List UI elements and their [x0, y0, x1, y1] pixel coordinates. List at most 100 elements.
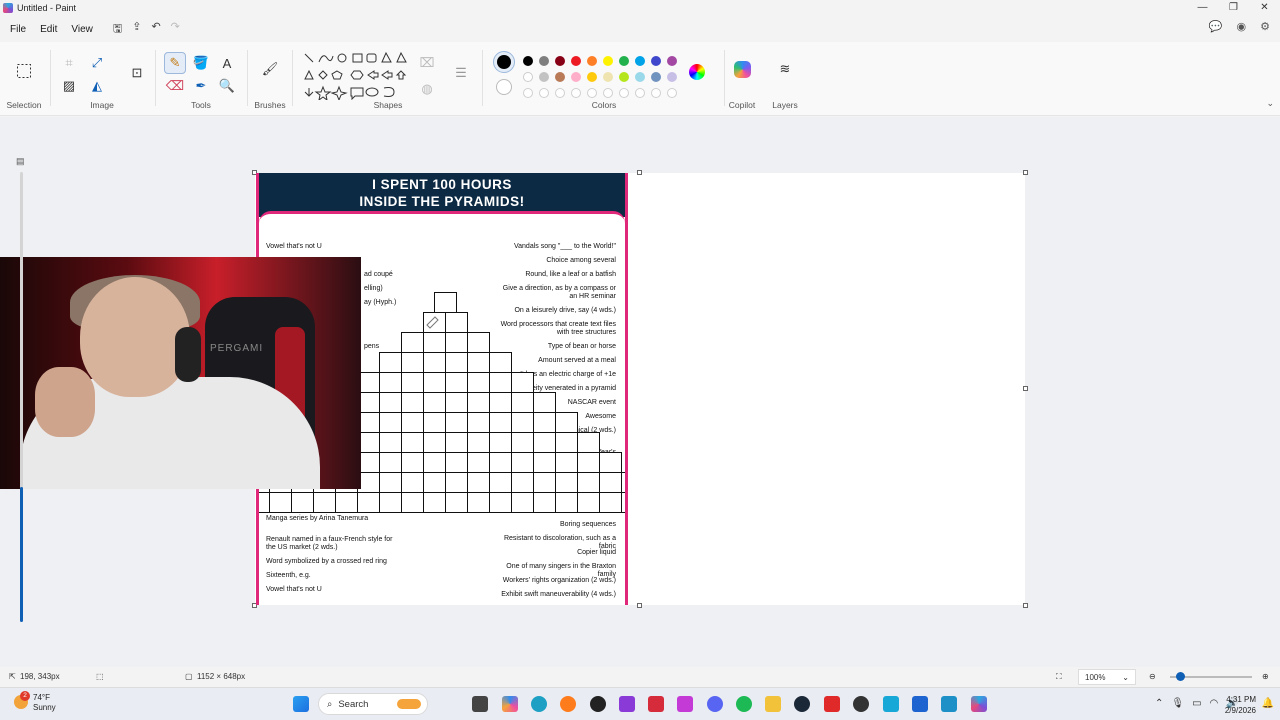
primary-color-button[interactable] — [493, 51, 515, 73]
music-icon[interactable] — [677, 696, 693, 712]
color-swatch[interactable] — [635, 56, 645, 66]
color-swatch[interactable] — [603, 72, 613, 82]
display-icon[interactable]: ▭ — [1192, 698, 1201, 709]
copilot-taskbar-icon[interactable] — [502, 696, 518, 712]
secondary-color-button[interactable] — [496, 79, 512, 95]
copilot-icon[interactable] — [734, 61, 751, 78]
steam-icon[interactable] — [794, 696, 810, 712]
custom-color-slot[interactable] — [571, 88, 581, 98]
zoom-out-icon[interactable]: ⊖ — [1149, 672, 1156, 681]
minimize-button[interactable]: — — [1187, 0, 1218, 15]
undo-icon[interactable]: ↶ — [151, 20, 160, 39]
app-icon-blue[interactable] — [941, 696, 957, 712]
text-icon[interactable]: A — [216, 52, 238, 74]
brush-size-slider[interactable] — [20, 172, 23, 622]
wifi-icon[interactable]: ◠ — [1210, 698, 1219, 709]
color-swatch[interactable] — [667, 56, 677, 66]
menu-file[interactable]: File — [4, 21, 32, 38]
color-swatch[interactable] — [635, 72, 645, 82]
custom-color-slot[interactable] — [635, 88, 645, 98]
fit-to-window-icon[interactable]: ⛶ — [1056, 672, 1062, 682]
fill-icon[interactable]: 🪣 — [190, 52, 212, 74]
canvas-area[interactable]: I SPENT 100 HOURS INSIDE THE PYRAMIDS! V… — [0, 117, 1280, 667]
color-swatch[interactable] — [587, 72, 597, 82]
zoom-in-icon[interactable]: ⊕ — [1262, 672, 1269, 681]
clock[interactable]: 4:31 PM 2/9/2026 — [1225, 694, 1256, 716]
app-icon-dark[interactable] — [853, 696, 869, 712]
close-button[interactable]: ✕ — [1249, 0, 1280, 15]
feedback-icon[interactable]: 💬 — [1209, 20, 1223, 33]
menu-view[interactable]: View — [65, 21, 99, 38]
custom-color-slot[interactable] — [603, 88, 613, 98]
zoom-slider[interactable] — [1170, 672, 1252, 681]
custom-color-slot[interactable] — [523, 88, 533, 98]
color-swatch[interactable] — [667, 72, 677, 82]
notifications-icon[interactable]: 🔔 — [1262, 698, 1274, 709]
resize-handle[interactable] — [1023, 170, 1028, 175]
account-icon[interactable]: ◉ — [1237, 20, 1247, 33]
resize-handle[interactable] — [637, 170, 642, 175]
color-swatch[interactable] — [651, 72, 661, 82]
crop-icon[interactable]: ⌗ — [58, 52, 80, 74]
shape-size-icon[interactable]: ☰ — [450, 62, 472, 84]
custom-color-slot[interactable] — [539, 88, 549, 98]
resize-icon[interactable]: ⤢ — [86, 52, 108, 74]
app-icon-purple[interactable] — [619, 696, 635, 712]
color-swatch[interactable] — [619, 72, 629, 82]
color-swatch[interactable] — [603, 56, 613, 66]
weather-widget[interactable]: 2 74°F Sunny — [14, 691, 56, 713]
discord-icon[interactable] — [707, 696, 723, 712]
edge-icon[interactable] — [531, 696, 547, 712]
image-select-icon[interactable]: ⊡ — [126, 62, 148, 84]
shape-fill-icon[interactable]: ◍ — [416, 78, 438, 100]
search-box[interactable]: ⌕ Search — [318, 693, 428, 715]
ribbon-collapse-icon[interactable]: ⌄ — [1266, 98, 1274, 109]
color-swatch[interactable] — [555, 72, 565, 82]
pencil-icon[interactable]: ✎ — [164, 52, 186, 74]
magnifier-icon[interactable]: 🔍 — [216, 75, 238, 97]
custom-color-slot[interactable] — [587, 88, 597, 98]
edit-colors-icon[interactable] — [689, 64, 705, 80]
resize-handle[interactable] — [1023, 603, 1028, 608]
custom-color-slot[interactable] — [667, 88, 677, 98]
custom-color-slot[interactable] — [651, 88, 661, 98]
app-icon-red2[interactable] — [824, 696, 840, 712]
color-swatch[interactable] — [571, 56, 581, 66]
color-swatch[interactable] — [539, 72, 549, 82]
menu-edit[interactable]: Edit — [34, 21, 63, 38]
color-swatch[interactable] — [539, 56, 549, 66]
spotify-icon[interactable] — [736, 696, 752, 712]
share-icon[interactable]: ⇪ — [132, 20, 141, 39]
start-icon[interactable] — [293, 696, 309, 712]
file-explorer-icon[interactable] — [765, 696, 781, 712]
app-icon-cyan[interactable] — [883, 696, 899, 712]
outline-icon[interactable]: ⌧ — [416, 52, 438, 74]
resize-handle[interactable] — [637, 603, 642, 608]
app-icon-red[interactable] — [648, 696, 664, 712]
color-swatch[interactable] — [587, 56, 597, 66]
settings-icon[interactable]: ⚙ — [1260, 20, 1270, 33]
layers-icon[interactable]: ≋ — [774, 58, 796, 80]
obs-icon[interactable] — [590, 696, 606, 712]
resize-handle[interactable] — [1023, 386, 1028, 391]
color-swatch[interactable] — [619, 56, 629, 66]
restore-button[interactable]: ❐ — [1218, 0, 1249, 15]
save-icon[interactable]: 🖫 — [113, 20, 122, 39]
firefox-icon[interactable] — [560, 696, 576, 712]
redo-icon[interactable]: ↷ — [171, 20, 180, 39]
color-picker-icon[interactable]: ✒ — [190, 75, 212, 97]
color-swatch[interactable] — [523, 72, 533, 82]
fx-icon[interactable] — [912, 696, 928, 712]
eraser-icon[interactable]: ⌫ — [164, 75, 186, 97]
custom-color-slot[interactable] — [555, 88, 565, 98]
microphone-icon[interactable]: 🎙 — [1171, 698, 1184, 709]
paint-taskbar-icon[interactable] — [971, 696, 987, 712]
remove-background-icon[interactable]: ▨ — [58, 75, 80, 97]
select-rectangle-icon[interactable] — [13, 60, 35, 82]
color-swatch[interactable] — [651, 56, 661, 66]
zoom-dropdown[interactable]: 100% ⌄ — [1078, 669, 1136, 685]
custom-color-slot[interactable] — [619, 88, 629, 98]
task-view-icon[interactable] — [472, 696, 488, 712]
rotate-icon[interactable]: ◭ — [86, 75, 108, 97]
brush-icon[interactable]: 🖌 — [259, 58, 281, 80]
